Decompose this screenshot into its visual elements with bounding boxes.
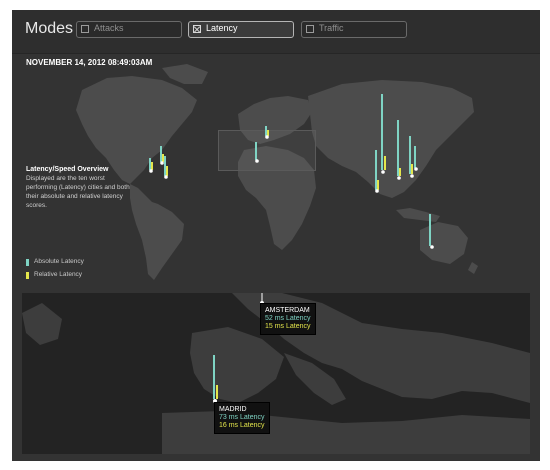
pin-north-america-1[interactable]	[149, 158, 153, 173]
pin-asia-5[interactable]	[414, 146, 418, 171]
overview-description: Displayed are the ten worst performing (…	[26, 175, 130, 209]
pin-asia-3[interactable]	[397, 120, 401, 180]
pin-north-america-3[interactable]	[164, 156, 168, 179]
zoomed-detail-map[interactable]: AMSTERDAM 52 ms Latency 15 ms Latency MA…	[22, 293, 530, 454]
pin-north-america-2[interactable]	[160, 146, 164, 165]
city-name: MADRID	[219, 406, 247, 413]
relative-swatch-icon	[26, 272, 29, 279]
relative-latency: 16 ms Latency	[219, 422, 265, 429]
pin-europe-2[interactable]	[265, 126, 269, 139]
pin-australia[interactable]	[429, 214, 434, 249]
city-tooltip-madrid: MADRID 73 ms Latency 16 ms Latency	[214, 402, 270, 434]
british-isles	[22, 303, 62, 345]
pin-asia-2[interactable]	[381, 94, 386, 174]
city-tooltip-amsterdam: AMSTERDAM 52 ms Latency 15 ms Latency	[260, 303, 316, 335]
legend-label-absolute: Absolute Latency	[34, 258, 84, 265]
absolute-latency: 73 ms Latency	[219, 414, 265, 421]
overview-panel: Latency/Speed Overview Displayed are the…	[26, 166, 136, 210]
city-name: AMSTERDAM	[265, 307, 310, 314]
pin-asia-1[interactable]	[375, 150, 379, 193]
iberia-region	[190, 327, 284, 403]
absolute-latency: 52 ms Latency	[265, 315, 311, 322]
overview-title: Latency/Speed Overview	[26, 166, 109, 173]
legend-label-relative: Relative Latency	[34, 271, 83, 278]
app-window: Modes Attacks Latency Traffic NOVEMBER 1…	[12, 10, 540, 461]
pin-asia-4[interactable]	[409, 136, 414, 178]
absolute-swatch-icon	[26, 259, 29, 266]
pin-europe-1[interactable]	[255, 142, 259, 163]
relative-latency: 15 ms Latency	[265, 323, 311, 330]
